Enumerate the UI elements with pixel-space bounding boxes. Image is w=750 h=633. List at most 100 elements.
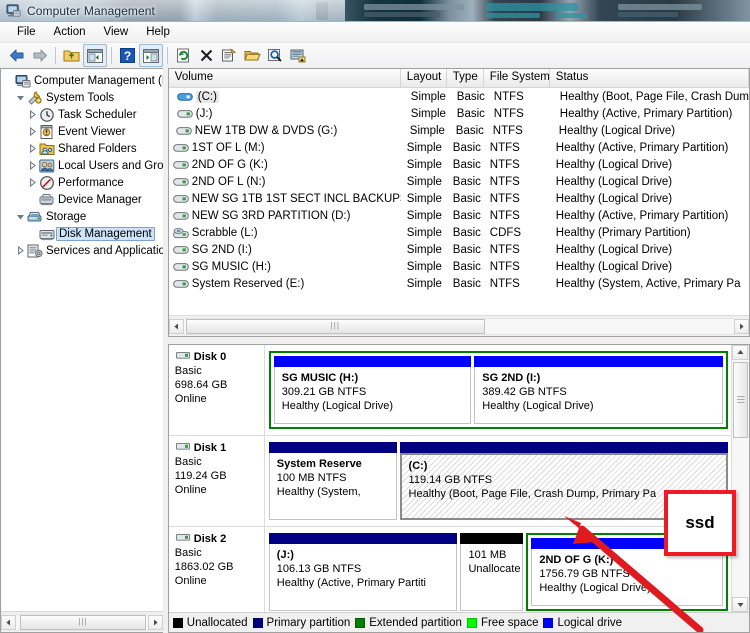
partition-block[interactable]: 101 MB Unallocate xyxy=(460,533,524,611)
menu-item-action[interactable]: Action xyxy=(45,24,95,40)
menu-item-view[interactable]: View xyxy=(95,24,138,40)
tree-item-local-users-and-groups[interactable]: Local Users and Groups xyxy=(1,157,163,174)
volume-scroll-thumb[interactable]: ||| xyxy=(185,318,485,334)
show-action-pane-button[interactable] xyxy=(139,44,163,67)
menu-item-help[interactable]: Help xyxy=(137,24,179,40)
disk-info-panel[interactable]: Disk 0 Basic 698.64 GB Online xyxy=(169,345,265,435)
volume-row[interactable]: 1ST OF L (M:) Simple Basic NTFS Healthy (Act… xyxy=(169,139,749,156)
expand-twisty-closed-icon[interactable] xyxy=(27,123,38,140)
partition-color-bar xyxy=(460,533,524,544)
client-area: File Action View Help ? Computer Managem… xyxy=(0,21,750,633)
expand-twisty-closed-icon[interactable] xyxy=(27,174,38,191)
back-button[interactable] xyxy=(6,45,28,66)
tree-horizontal-scrollbar[interactable]: ||| xyxy=(1,611,164,632)
delete-button[interactable] xyxy=(195,45,217,66)
expand-twisty-closed-icon[interactable] xyxy=(27,106,38,123)
volume-scroll-right-button[interactable] xyxy=(734,318,749,334)
tree-item-device-manager[interactable]: Device Manager xyxy=(1,191,163,208)
show-console-tree-icon xyxy=(87,48,103,63)
tree-scroll-track[interactable]: ||| xyxy=(16,613,149,631)
disk-info-panel[interactable]: Disk 2 Basic 1863.02 GB Online xyxy=(169,527,265,612)
tree-item-computer-management-local[interactable]: Computer Management (Local xyxy=(1,72,163,89)
volume-row[interactable]: NEW SG 1TB 1ST SECT INCL BACKUPS (F:) Sim… xyxy=(169,190,749,207)
expand-twisty-closed-icon[interactable] xyxy=(27,140,38,157)
properties-button[interactable] xyxy=(218,45,240,66)
open-button[interactable] xyxy=(241,45,263,66)
tree-scroll-left-button[interactable] xyxy=(1,614,16,630)
graph-scroll-up-button[interactable] xyxy=(732,345,748,360)
toolbar-separator-2 xyxy=(111,47,112,64)
volume-row[interactable]: 2ND OF L (N:) Simple Basic NTFS Healthy (Log… xyxy=(169,173,749,190)
partition-block[interactable]: (J:) 106.13 GB NTFS Healthy (Active, Prima… xyxy=(268,533,458,611)
volume-row[interactable]: NEW SG 3RD PARTITION (D:) Simple Basic NTFS… xyxy=(169,207,749,224)
graph-scroll-track[interactable]: ||| xyxy=(732,360,749,597)
volume-list-rows: (C:) Simple Basic NTFS Healthy (Boot, Page F… xyxy=(169,88,749,292)
tree-item-performance[interactable]: Performance xyxy=(1,174,163,191)
tree-scroll-thumb[interactable]: ||| xyxy=(20,614,146,630)
tree-item-event-viewer[interactable]: Event Viewer xyxy=(1,123,163,140)
expand-twisty-open-icon[interactable] xyxy=(15,89,26,106)
volume-row[interactable]: SG 2ND (I:) Simple Basic NTFS Healthy (Logic… xyxy=(169,241,749,258)
volume-row[interactable]: SG MUSIC (H:) Simple Basic NTFS Healthy (Log… xyxy=(169,258,749,275)
partition-color-bar xyxy=(273,356,472,367)
volume-scroll-left-button[interactable] xyxy=(168,318,184,334)
volume-layout-cell: Simple xyxy=(406,226,442,239)
up-one-level-button[interactable] xyxy=(60,45,82,66)
volume-column-header-type[interactable]: Type xyxy=(447,69,484,87)
partition-size: 101 MB xyxy=(468,549,507,561)
pane-splitter-horizontal[interactable] xyxy=(167,337,750,344)
tree-item-storage[interactable]: Storage xyxy=(1,208,163,225)
volume-row[interactable]: Scrabble (L:) Simple Basic CDFS Healthy (Pri… xyxy=(169,224,749,241)
expand-twisty-open-icon[interactable] xyxy=(15,208,26,225)
tree-item-label: System Tools xyxy=(46,91,115,104)
expand-twisty-closed-icon[interactable] xyxy=(15,242,26,259)
toolbar-separator-3 xyxy=(167,47,168,64)
graph-scroll-down-button[interactable] xyxy=(732,597,748,612)
expand-twisty-closed-icon[interactable] xyxy=(27,157,38,174)
forward-button[interactable] xyxy=(29,45,51,66)
drive-icon xyxy=(172,160,189,169)
disk-info-panel[interactable]: Disk 1 Basic 119.24 GB Online xyxy=(169,436,265,526)
graph-vertical-scrollbar[interactable]: ||| xyxy=(731,345,749,612)
disk-graphical-view: Disk 0 Basic 698.64 GB Online SG MUSIC (H:) 3… xyxy=(167,344,750,633)
partition-details: 2ND OF G (K:) 1756.79 GB NTFS Healthy (Log… xyxy=(531,549,724,606)
partition-status: Healthy (Active, Primary Partiti xyxy=(276,577,426,589)
volume-row[interactable]: 2ND OF G (K:) Simple Basic NTFS Healthy (Log… xyxy=(169,156,749,173)
graph-scroll-thumb[interactable]: ||| xyxy=(733,362,748,438)
rescan-disks-button[interactable] xyxy=(287,45,309,66)
show-console-tree-button[interactable] xyxy=(83,44,107,67)
volume-list-horizontal-scrollbar[interactable]: ||| xyxy=(168,315,749,336)
disk-state: Online xyxy=(174,484,207,496)
volume-row[interactable]: NEW 1TB DW & DVDS (G:) Simple Basic NTFS Hea… xyxy=(169,122,749,139)
partition-block[interactable]: SG MUSIC (H:) 309.21 GB NTFS Healthy (Logi… xyxy=(273,356,472,424)
tree-item-services-and-applications[interactable]: Services and Applications xyxy=(1,242,163,259)
disk-name-label: Disk 0 xyxy=(193,351,227,363)
refresh-button[interactable] xyxy=(172,45,194,66)
tree-item-task-scheduler[interactable]: Task Scheduler xyxy=(1,106,163,123)
tree-item-shared-folders[interactable]: Shared Folders xyxy=(1,140,163,157)
volume-column-header-layout[interactable]: Layout xyxy=(401,69,447,87)
search-button[interactable] xyxy=(264,45,286,66)
volume-scroll-track[interactable]: ||| xyxy=(183,317,734,335)
help-button[interactable]: ? xyxy=(116,45,138,66)
console-tree-pane: Computer Management (Local System Tools Ta… xyxy=(0,68,164,633)
disk-management-icon xyxy=(39,229,54,240)
volume-layout-cell: Simple xyxy=(406,243,442,256)
tree-item-system-tools[interactable]: System Tools xyxy=(1,89,163,106)
tree-item-disk-management[interactable]: Disk Management xyxy=(1,225,163,242)
volume-status-cell: Healthy (Boot, Page File, Crash Dum xyxy=(559,90,749,103)
partition-block[interactable]: System Reserve 100 MB NTFS Healthy (System… xyxy=(268,442,397,520)
volume-column-header-status[interactable]: Status xyxy=(550,69,749,87)
volume-row[interactable]: (J:) Simple Basic NTFS Healthy (Active, Prim… xyxy=(169,105,749,122)
partition-block[interactable]: SG 2ND (I:) 389.42 GB NTFS Healthy (Logica… xyxy=(474,356,723,424)
menu-item-file[interactable]: File xyxy=(8,24,45,40)
volume-type-cell: Basic xyxy=(452,209,481,222)
volume-row[interactable]: (C:) Simple Basic NTFS Healthy (Boot, Page F… xyxy=(169,88,749,105)
volume-column-header-file-system[interactable]: File System xyxy=(484,69,550,87)
volume-column-header-volume[interactable]: Volume xyxy=(169,69,401,87)
disk-device-icon xyxy=(175,532,191,546)
volume-row[interactable]: System Reserved (E:) Simple Basic NTFS Healt… xyxy=(169,275,749,292)
tree-scroll-right-button[interactable] xyxy=(148,614,164,630)
volume-layout-cell: Simple xyxy=(406,260,442,273)
volume-type-cell: Basic xyxy=(456,90,485,103)
